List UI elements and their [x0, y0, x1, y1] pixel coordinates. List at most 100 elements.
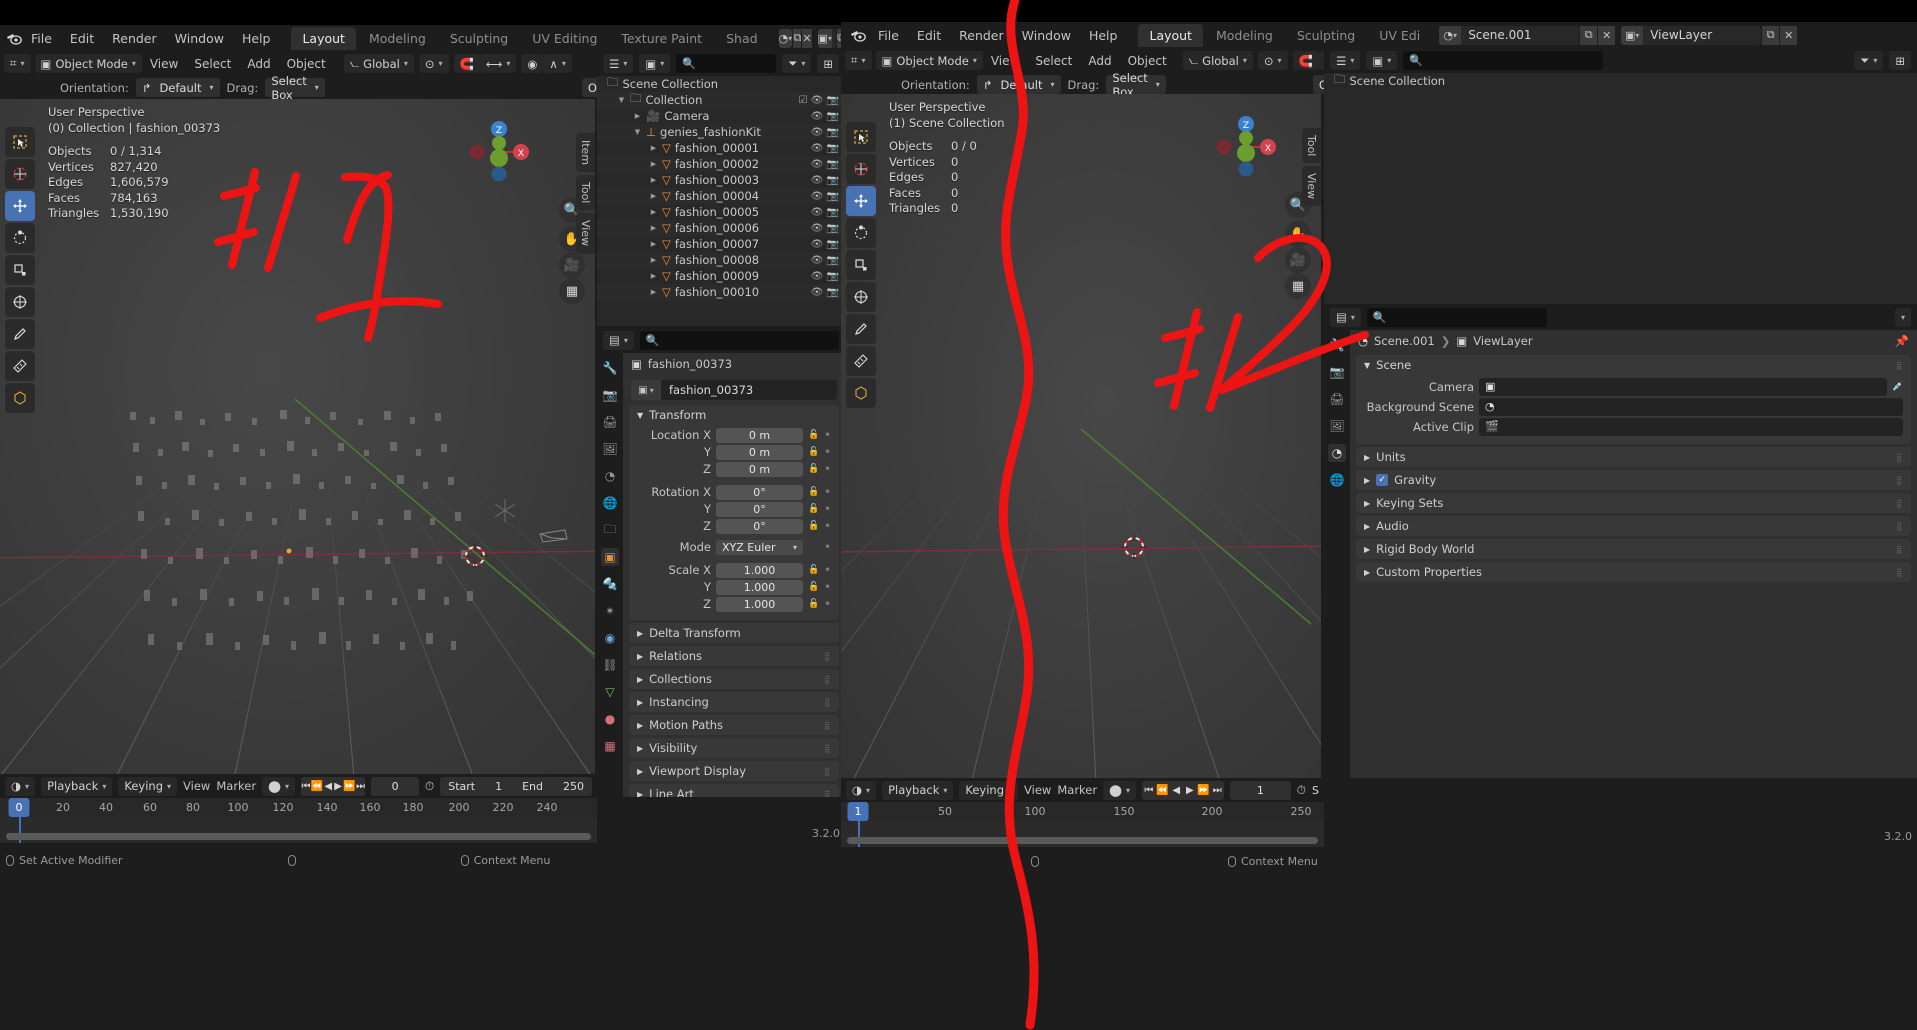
menu-render[interactable]: Render	[950, 25, 1013, 46]
row-toggles[interactable]: 👁 📷	[811, 223, 845, 234]
cursor-icon[interactable]	[5, 159, 35, 189]
tab-constraints[interactable]: ⛓	[601, 656, 619, 674]
outliner-row-mesh[interactable]: ▶ ▽ fashion_00010 👁 📷	[597, 284, 845, 300]
tab-modifiers[interactable]: 🔩	[601, 575, 619, 593]
expand-arrow-icon[interactable]: ▶	[649, 176, 658, 184]
location-z-value[interactable]: 0 m	[716, 461, 803, 477]
animate-dot-icon[interactable]: •	[824, 540, 831, 554]
jump-end-button[interactable]: ⏭	[356, 777, 366, 796]
menu-window[interactable]: Window	[166, 28, 233, 49]
tab-uv-editing[interactable]: UV Edi	[1368, 24, 1431, 47]
viewport-menu-view[interactable]: View	[983, 52, 1027, 70]
tab-material[interactable]: ●	[601, 710, 619, 728]
lock-icon[interactable]: 🔓	[808, 464, 819, 474]
delete-scene-button[interactable]: ✕	[801, 28, 812, 48]
panel-motion-paths[interactable]: ▶ Motion Paths ⣿	[629, 715, 839, 735]
animate-dot-icon[interactable]: •	[824, 485, 831, 499]
sidetab-tool[interactable]: Tool	[1302, 128, 1321, 164]
tab-render[interactable]: 📷	[1328, 363, 1346, 381]
eyedropper-icon[interactable]: 💉	[1892, 382, 1903, 392]
animate-dot-icon[interactable]: •	[824, 502, 831, 516]
jump-end-button[interactable]: ⏭	[1210, 781, 1224, 800]
play-reverse-button[interactable]: ◀	[1169, 781, 1183, 800]
expand-arrow-icon[interactable]: ▶	[649, 240, 658, 248]
expand-arrow-icon[interactable]: ▶	[649, 256, 658, 264]
add-cube-icon[interactable]	[846, 378, 876, 408]
outliner-tree[interactable]: 🗀 Scene Collection ▼ 🗀 Collection ☑ 👁 📷 …	[597, 75, 845, 326]
menu-file[interactable]: File	[869, 25, 908, 46]
lock-icon[interactable]: 🔓	[808, 582, 819, 592]
panel-delta-transform[interactable]: ▶ Delta Transform	[629, 623, 839, 643]
auto-keying-toggle[interactable]: ⬤ ▾	[262, 776, 295, 796]
properties-body[interactable]: ◔ Scene.001 ❯ ▣ ViewLayer 📌 ▼ Scene ⣿ Ca…	[1350, 330, 1917, 778]
pivot-point-selector[interactable]: ⊙ ▾	[418, 54, 449, 73]
tab-object[interactable]: ▣	[601, 548, 619, 566]
row-toggles[interactable]: 👁 📷	[811, 191, 845, 202]
outliner-display-mode[interactable]: ☰ ▾	[1330, 51, 1361, 70]
tab-render[interactable]: 📷	[601, 386, 619, 404]
outliner-row-mesh[interactable]: ▶ ▽ fashion_00004 👁 📷	[597, 188, 845, 204]
animate-dot-icon[interactable]: •	[824, 428, 831, 442]
grid-icon[interactable]: ▦	[1285, 273, 1311, 299]
tab-modeling[interactable]: Modeling	[358, 27, 437, 50]
properties-editor-type-icon[interactable]: ▤ ▾	[603, 330, 634, 350]
row-toggles[interactable]: 👁 📷	[811, 287, 845, 298]
outliner-row-mesh[interactable]: ▶ ▽ fashion_00007 👁 📷	[597, 236, 845, 252]
timeline-ruler[interactable]: 1 50 100 150 200 250	[841, 802, 1324, 821]
tab-sculpting[interactable]: Sculpting	[439, 27, 519, 50]
object-mode-selector[interactable]: ▣ Object Mode ▾	[34, 54, 142, 73]
tab-layout[interactable]: Layout	[1138, 23, 1203, 47]
properties-search-input[interactable]: 🔍	[639, 330, 839, 350]
outliner-filter-type[interactable]: ▣ ▾	[1366, 51, 1398, 70]
properties-search-input[interactable]: 🔍	[1366, 307, 1547, 327]
orientation-dropdown[interactable]: ↱ Default ▾	[976, 75, 1061, 94]
outliner-row-collection[interactable]: ▼ 🗀 Collection ☑ 👁 📷	[597, 91, 845, 108]
outliner-filter-type[interactable]: ▣ ▾	[639, 54, 671, 73]
prev-keyframe-button[interactable]: ⏪	[311, 777, 323, 796]
tab-output[interactable]: 🖨	[1328, 390, 1346, 408]
viewport-menu-view[interactable]: View	[142, 55, 186, 73]
row-toggles[interactable]: 👁 📷	[811, 143, 845, 154]
menu-edit[interactable]: Edit	[61, 28, 103, 49]
tab-data[interactable]: ▽	[601, 683, 619, 701]
measure-icon[interactable]	[5, 351, 35, 381]
tab-texture-paint[interactable]: Texture Paint	[610, 27, 713, 50]
row-toggles[interactable]: ☑ 👁 📷	[799, 95, 845, 106]
viewlayer-selector[interactable]: ▣▾ ViewLayer	[817, 28, 837, 48]
outliner-new-collection-icon[interactable]: ⊞	[1889, 51, 1911, 70]
viewport-menu-select[interactable]: Select	[1027, 52, 1080, 70]
gravity-checkbox[interactable]: ✓	[1376, 474, 1389, 486]
lock-icon[interactable]: 🔓	[808, 599, 819, 609]
row-toggles[interactable]: 👁 📷	[811, 207, 845, 218]
keying-menu[interactable]: Keying ▾	[118, 776, 178, 796]
tab-scene[interactable]: ◔	[601, 467, 619, 485]
expand-arrow-icon[interactable]: ▶	[649, 144, 658, 152]
row-toggles[interactable]: 👁 📷	[811, 127, 845, 138]
rotation-z-value[interactable]: 0°	[716, 518, 803, 534]
sidetab-view[interactable]: View	[1302, 166, 1321, 207]
tab-output[interactable]: 🖨	[601, 413, 619, 431]
cursor-icon[interactable]	[846, 154, 876, 184]
transform-orientation-selector[interactable]: ⦦ Global ▾	[343, 54, 414, 73]
playhead[interactable]: 0	[8, 798, 30, 817]
delete-scene-button[interactable]: ✕	[1597, 25, 1616, 45]
background-scene-field[interactable]: ◔	[1479, 397, 1903, 416]
expand-arrow-icon[interactable]: ▶	[633, 112, 642, 120]
delete-viewlayer-button[interactable]: ✕	[1779, 25, 1798, 45]
measure-icon[interactable]	[846, 346, 876, 376]
lock-icon[interactable]: 🔓	[808, 521, 819, 531]
outliner-row-scene-collection[interactable]: 🗀 Scene Collection	[1324, 72, 1917, 89]
scale-y-value[interactable]: 1.000	[716, 579, 803, 595]
panel-relations[interactable]: ▶ Relations ⣿	[629, 646, 839, 666]
rotate-icon[interactable]	[5, 223, 35, 253]
panel-scene-header[interactable]: ▼ Scene ⣿	[1356, 355, 1911, 375]
move-icon[interactable]	[5, 191, 35, 221]
viewport-menu-select[interactable]: Select	[186, 55, 239, 73]
rotation-x-value[interactable]: 0°	[716, 484, 803, 500]
scale-z-value[interactable]: 1.000	[716, 596, 803, 612]
jump-start-button[interactable]: ⏮	[301, 777, 311, 796]
new-scene-button[interactable]: ⧉	[792, 28, 802, 48]
panel-custom-properties[interactable]: ▶ Custom Properties ⣿	[1356, 562, 1911, 582]
window2-3d-viewport[interactable]: User Perspective (1) Scene Collection Ob…	[841, 94, 1321, 778]
sidetab-item[interactable]: Item	[576, 133, 595, 173]
